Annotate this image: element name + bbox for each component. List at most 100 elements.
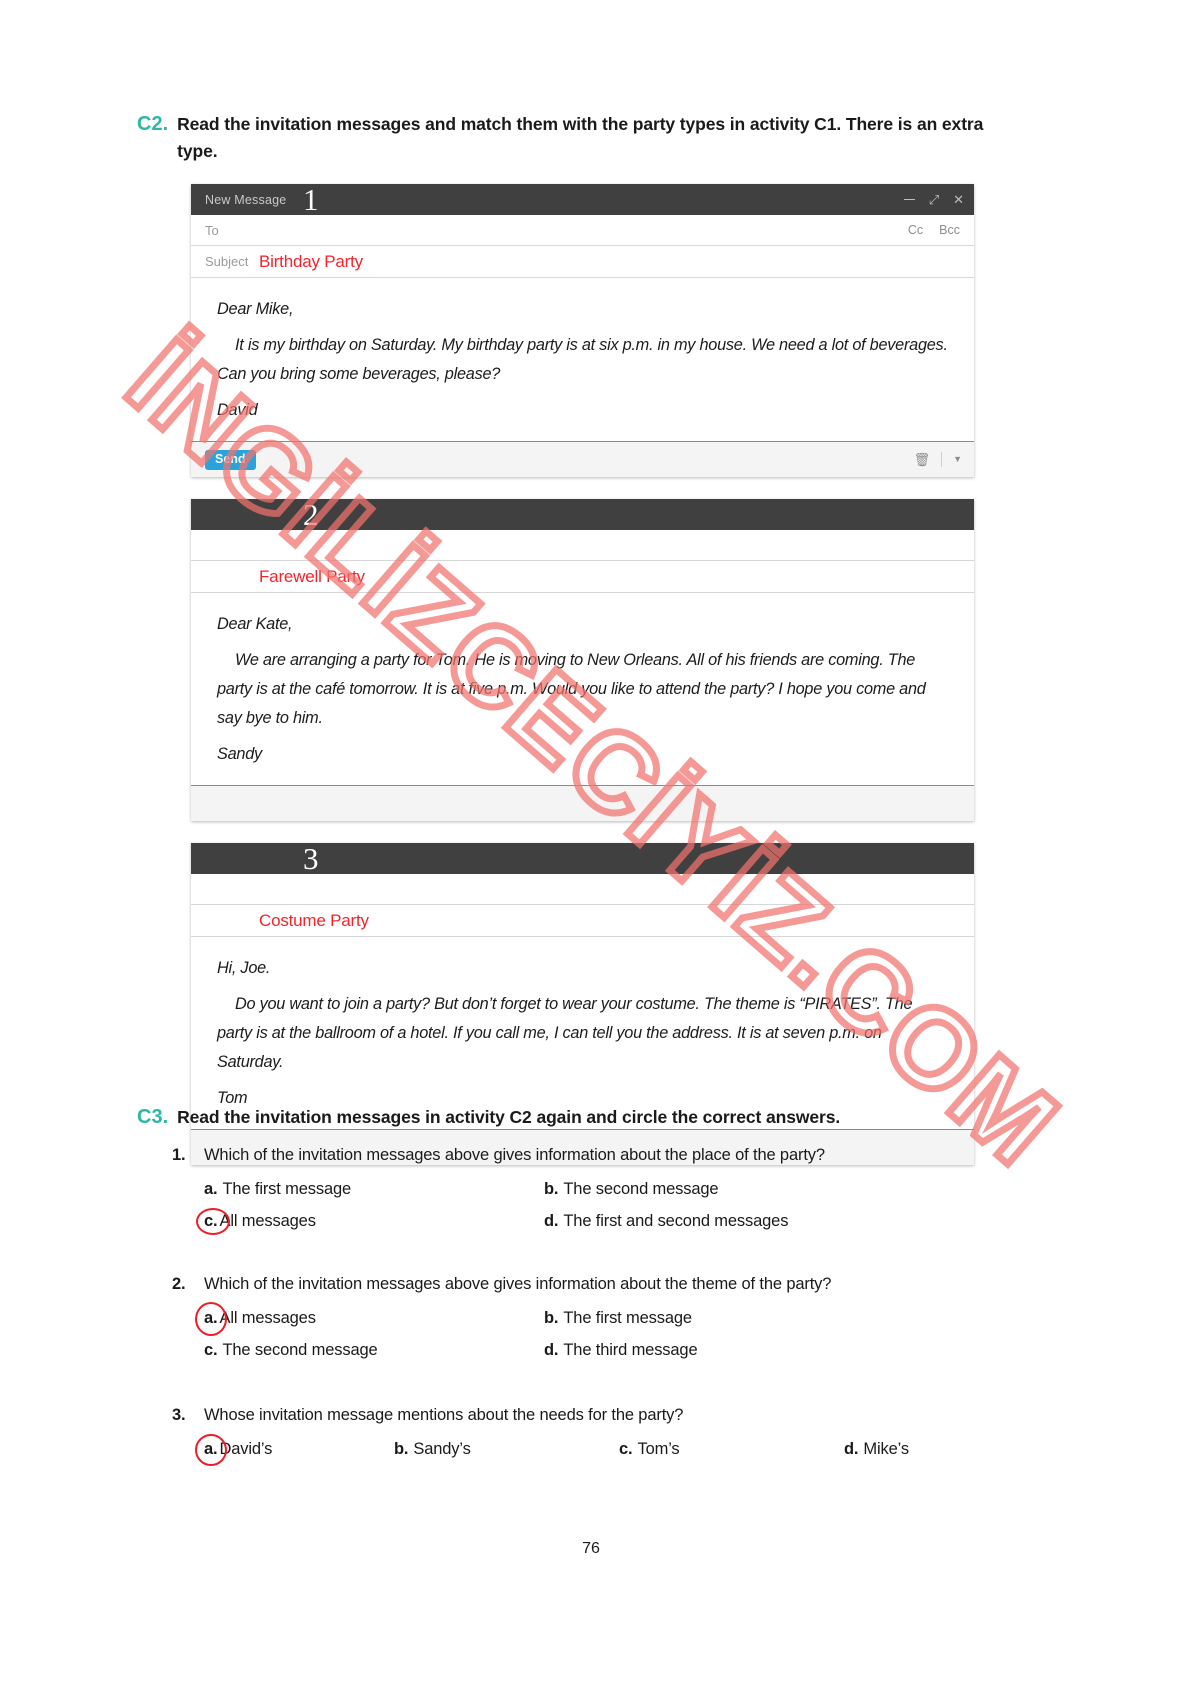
subject-value-3: Costume Party [259, 910, 369, 930]
option-2c-text: The second message [222, 1341, 378, 1359]
option-row: a. The first message b. The second messa… [204, 1177, 1052, 1202]
option-1a-text: The first message [222, 1180, 352, 1198]
greeting-1: Dear Mike, [217, 300, 294, 318]
subject-value-1: Birthday Party [259, 251, 363, 271]
question-3-text: Whose invitation message mentions about … [204, 1406, 684, 1424]
option-3c-letter: c. [619, 1440, 633, 1458]
option-3c-text: Tom’s [637, 1440, 680, 1458]
activity-c2-code: C2. [137, 113, 169, 135]
question-3: 3. Whose invitation message mentions abo… [172, 1403, 1052, 1469]
mail-window-2: 2 Farewell Party Dear Kate, We are arran… [191, 496, 974, 821]
worksheet-page: C2. Read the invitation messages and mat… [0, 0, 1182, 1684]
question-2-text: Which of the invitation messages above g… [204, 1275, 832, 1293]
option-2a-letter: a. [204, 1309, 218, 1327]
body-text-3: Do you want to join a party? But don’t f… [217, 995, 913, 1071]
option-2a[interactable]: a. All messages [195, 1302, 544, 1336]
signature-2: Sandy [217, 745, 262, 763]
mail-window-1: New Message 1 ⤢ ✕ To Cc Bcc Subject Birt… [191, 181, 974, 477]
question-3-options: a. David’s b. Sandy’s c. Tom’s d. Mike’s [195, 1434, 1052, 1466]
to-label-1: To [205, 222, 219, 238]
activity-c3-instruction: Read the invitation messages in activity… [177, 1107, 841, 1127]
question-2-options: a. All messages b. The first message c. … [195, 1302, 1052, 1363]
option-2d[interactable]: d. The third message [544, 1338, 698, 1363]
close-icon[interactable]: ✕ [953, 193, 964, 206]
option-row: c. All messages d. The first and second … [196, 1208, 1052, 1235]
option-2b-letter: b. [544, 1309, 559, 1327]
option-1a-letter: a. [204, 1180, 218, 1198]
question-2-line: 2. Which of the invitation messages abov… [172, 1272, 1052, 1297]
mail-to-row-1[interactable]: To Cc Bcc [191, 215, 974, 246]
mail-titlebar-2: 2 [191, 496, 974, 532]
option-3d[interactable]: d. Mike’s [844, 1437, 909, 1462]
question-1-line: 1. Which of the invitation messages abov… [172, 1143, 1052, 1168]
option-3d-letter: d. [844, 1440, 859, 1458]
question-3-line: 3. Whose invitation message mentions abo… [172, 1403, 1052, 1428]
body-text-1: It is my birthday on Saturday. My birthd… [217, 336, 948, 383]
subject-value-2: Farewell Party [259, 566, 365, 586]
message-number-3: 3 [303, 840, 319, 876]
activity-c2-instruction: Read the invitation messages and match t… [177, 114, 984, 161]
option-1b[interactable]: b. The second message [544, 1177, 719, 1202]
chevron-down-icon[interactable]: ▼ [953, 455, 962, 464]
mail-body-2[interactable]: Dear Kate, We are arranging a party for … [191, 593, 974, 786]
option-row: a. David’s b. Sandy’s c. Tom’s d. Mike’s [195, 1434, 1052, 1466]
page-number: 76 [582, 1540, 600, 1557]
mail-subject-row-1[interactable]: Subject Birthday Party [191, 246, 974, 278]
expand-icon[interactable]: ⤢ [929, 193, 939, 206]
question-1-text: Which of the invitation messages above g… [204, 1146, 825, 1164]
option-1a[interactable]: a. The first message [204, 1177, 544, 1202]
option-1c[interactable]: c. All messages [196, 1208, 544, 1235]
message-list: New Message 1 ⤢ ✕ To Cc Bcc Subject Birt… [191, 181, 974, 1187]
option-3a-text: David’s [219, 1440, 273, 1458]
activity-c3-code: C3. [137, 1106, 169, 1128]
activity-c2-heading: C2. Read the invitation messages and mat… [137, 111, 1007, 165]
option-2b-text: The first message [563, 1309, 692, 1327]
mail-body-3[interactable]: Hi, Joe. Do you want to join a party? Bu… [191, 937, 974, 1130]
option-2c[interactable]: c. The second message [204, 1338, 544, 1363]
question-2: 2. Which of the invitation messages abov… [172, 1272, 1052, 1370]
option-2a-text: All messages [219, 1309, 316, 1327]
trash-icon[interactable]: 🗑 [914, 453, 931, 466]
option-1c-letter: c. [204, 1212, 218, 1230]
mail-titlebar-1: New Message 1 ⤢ ✕ [191, 181, 974, 217]
greeting-2: Dear Kate, [217, 615, 293, 633]
option-3b-letter: b. [394, 1440, 409, 1458]
cc-bcc-group-1: Cc Bcc [908, 223, 960, 237]
mail-to-row-2[interactable] [191, 530, 974, 561]
option-3c[interactable]: c. Tom’s [619, 1437, 844, 1462]
mail-subject-row-3[interactable]: Costume Party [191, 905, 974, 937]
option-row: c. The second message d. The third messa… [204, 1338, 1052, 1363]
mail-footer-2 [191, 786, 974, 821]
greeting-3: Hi, Joe. [217, 959, 271, 977]
send-button-1[interactable]: Send [205, 449, 256, 470]
signature-1: David [217, 401, 258, 419]
mail-footer-1: Send 🗑 ▼ [191, 442, 974, 477]
message-number-1: 1 [303, 181, 319, 217]
option-2c-letter: c. [204, 1341, 218, 1359]
option-1b-text: The second message [563, 1180, 719, 1198]
body-text-2: We are arranging a party for Tom. He is … [217, 651, 926, 727]
option-3a[interactable]: a. David’s [195, 1434, 394, 1466]
message-number-2: 2 [303, 496, 319, 532]
option-3d-text: Mike’s [863, 1440, 909, 1458]
mail-to-row-3[interactable] [191, 874, 974, 905]
option-3b[interactable]: b. Sandy’s [394, 1437, 619, 1462]
question-1-options: a. The first message b. The second messa… [196, 1177, 1052, 1235]
option-1d[interactable]: d. The first and second messages [544, 1209, 788, 1234]
option-2d-text: The third message [563, 1341, 698, 1359]
mail-window-title-1: New Message [205, 192, 287, 207]
minimize-icon[interactable] [903, 198, 915, 201]
cc-button-1[interactable]: Cc [908, 223, 923, 237]
option-1d-letter: d. [544, 1212, 559, 1230]
activity-c3-heading: C3. Read the invitation messages in acti… [137, 1104, 1037, 1131]
question-2-number: 2. [172, 1275, 186, 1293]
option-2b[interactable]: b. The first message [544, 1306, 692, 1331]
bcc-button-1[interactable]: Bcc [939, 223, 960, 237]
mail-body-1[interactable]: Dear Mike, It is my birthday on Saturday… [191, 278, 974, 442]
option-1c-text: All messages [219, 1212, 316, 1230]
mail-subject-row-2[interactable]: Farewell Party [191, 561, 974, 593]
footer-actions-1: 🗑 ▼ [914, 452, 962, 467]
question-3-number: 3. [172, 1406, 186, 1424]
subject-label-1: Subject [205, 254, 249, 269]
footer-divider [941, 452, 943, 467]
